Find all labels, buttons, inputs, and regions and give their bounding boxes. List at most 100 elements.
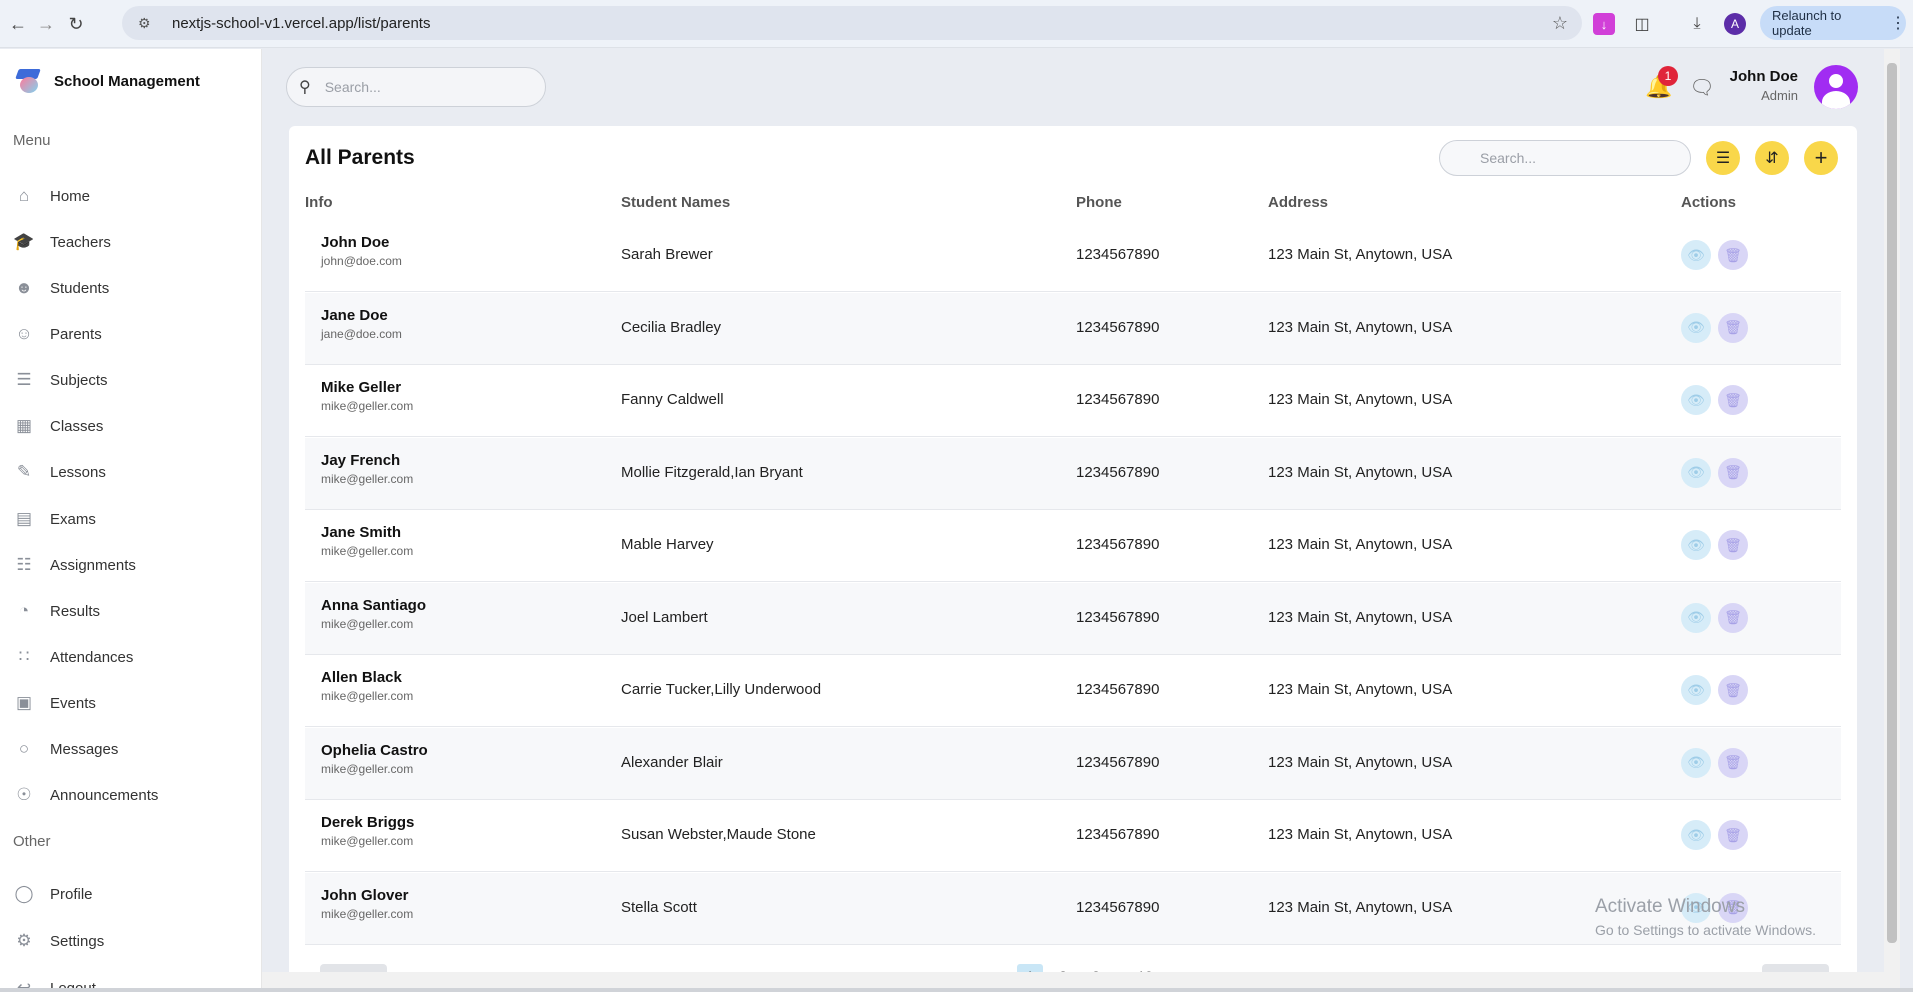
- more-vert-icon[interactable]: ⋮: [1890, 13, 1906, 33]
- sidebar-item-classes[interactable]: ▦ Classes: [12, 413, 103, 439]
- vertical-scrollbar[interactable]: [1884, 49, 1900, 992]
- column-header: Info: [305, 194, 333, 211]
- search-icon: ⚲: [299, 79, 311, 96]
- view-button[interactable]: 👁: [1681, 530, 1711, 560]
- downloads-icon[interactable]: ⤓: [1686, 13, 1708, 35]
- sort-button[interactable]: ⇵: [1755, 141, 1789, 175]
- list-search-input[interactable]: [1480, 150, 1660, 166]
- student-names: Joel Lambert: [621, 608, 708, 626]
- user-name: John Doe: [1729, 68, 1798, 85]
- delete-button[interactable]: 🗑: [1718, 675, 1748, 705]
- phone: 1234567890: [1076, 391, 1160, 408]
- brand-name: School Management: [54, 72, 200, 90]
- table-row[interactable]: Allen Black mike@geller.com Carrie Tucker,…: [305, 655, 1841, 727]
- view-button[interactable]: 👁: [1681, 240, 1711, 270]
- brand[interactable]: School Management: [14, 67, 200, 95]
- filter-icon: ☰: [1715, 150, 1731, 167]
- table-row[interactable]: Jay French mike@geller.com Mollie Fitzgera…: [305, 437, 1841, 510]
- list-search[interactable]: [1439, 140, 1691, 176]
- parent-email: mike@geller.com: [321, 399, 414, 413]
- view-button[interactable]: 👁: [1681, 385, 1711, 415]
- parent-email: mike@geller.com: [321, 471, 414, 486]
- student-names: Mable Harvey: [621, 536, 714, 553]
- plus-icon: +: [1814, 145, 1828, 170]
- add-parent-button[interactable]: +: [1804, 141, 1838, 175]
- back-icon[interactable]: ←: [6, 12, 30, 36]
- global-search-input[interactable]: [324, 79, 505, 95]
- relaunch-button[interactable]: Relaunch to update ⋮: [1760, 6, 1906, 40]
- delete-button[interactable]: 🗑: [1718, 240, 1748, 270]
- profile-icon: ◯: [14, 884, 34, 903]
- view-button[interactable]: 👁: [1681, 457, 1711, 488]
- sidebar-item-exams[interactable]: ▤ Exams: [12, 506, 96, 532]
- view-button[interactable]: 👁: [1681, 312, 1711, 343]
- delete-button[interactable]: 🗑: [1718, 457, 1748, 488]
- delete-button[interactable]: 🗑: [1718, 385, 1748, 415]
- address: 123 Main St, Anytown, USA: [1268, 318, 1453, 336]
- sidebar-item-teachers[interactable]: 🎓 Teachers: [12, 229, 110, 255]
- delete-button[interactable]: 🗑: [1718, 602, 1748, 633]
- delete-button[interactable]: 🗑: [1718, 820, 1748, 850]
- user-avatar[interactable]: [1814, 65, 1858, 109]
- browser-toolbar: ← → ↻ ⚙ nextjs-school-v1.vercel.app/list…: [0, 0, 1913, 48]
- sidebar-item-label: Students: [50, 279, 110, 297]
- sidebar-item-parents[interactable]: ☺ Parents: [12, 321, 102, 347]
- scrollbar-thumb[interactable]: [1887, 63, 1897, 943]
- horizontal-scrollbar[interactable]: [262, 972, 1884, 988]
- filter-button[interactable]: ☰: [1706, 141, 1740, 175]
- menu-section-title: Menu: [13, 132, 51, 149]
- delete-button[interactable]: 🗑: [1718, 747, 1748, 778]
- phone: 1234567890: [1076, 681, 1160, 698]
- sidebar-item-messages[interactable]: ○ Messages: [12, 736, 119, 762]
- view-button[interactable]: 👁: [1681, 602, 1711, 633]
- view-button[interactable]: 👁: [1681, 675, 1711, 705]
- sidebar-item-announcements[interactable]: ☉ Announcements: [12, 782, 158, 808]
- trash-icon: 🗑: [1724, 826, 1742, 843]
- profile-avatar-icon[interactable]: A: [1724, 13, 1746, 35]
- student-names: Susan Webster,Maude Stone: [621, 826, 816, 843]
- view-button[interactable]: 👁: [1681, 820, 1711, 850]
- bookmark-star-icon[interactable]: ☆: [1552, 13, 1568, 34]
- sidebar-item-students[interactable]: ☻ Students: [12, 275, 109, 301]
- sidebar-item-label: Parents: [50, 325, 102, 343]
- sidebar-item-settings[interactable]: ⚙ Settings: [12, 928, 104, 954]
- eye-icon: 👁: [1687, 536, 1705, 553]
- sidebar-item-attendances[interactable]: ∷ Attendances: [12, 644, 134, 670]
- table-row[interactable]: Jane Doe jane@doe.com Cecilia Bradley 12345…: [305, 292, 1841, 365]
- student-names: Carrie Tucker,Lilly Underwood: [621, 681, 822, 698]
- table-row[interactable]: Anna Santiago mike@geller.com Joel Lambert…: [305, 582, 1841, 655]
- parent-email: john@doe.com: [321, 254, 402, 268]
- table-row[interactable]: Mike Geller mike@geller.com Fanny Caldwell…: [305, 365, 1841, 437]
- site-settings-icon[interactable]: ⚙: [138, 15, 158, 32]
- delete-button[interactable]: 🗑: [1718, 530, 1748, 560]
- parent-email: mike@geller.com: [321, 544, 414, 558]
- table-row[interactable]: Derek Briggs mike@geller.com Susan Webster…: [305, 800, 1841, 872]
- global-search[interactable]: ⚲: [286, 67, 546, 107]
- sidebar-item-profile[interactable]: ◯ Profile: [12, 881, 92, 907]
- table-row[interactable]: Ophelia Castro mike@geller.com Alexander B…: [305, 727, 1841, 800]
- reload-icon[interactable]: ↻: [64, 12, 88, 36]
- address-bar[interactable]: ⚙ nextjs-school-v1.vercel.app/list/paren…: [122, 6, 1582, 40]
- students-icon: ☻: [15, 278, 33, 297]
- forward-icon[interactable]: →: [34, 12, 58, 36]
- extensions-puzzle-icon[interactable]: ◫: [1631, 13, 1653, 35]
- student-names: Alexander Blair: [621, 753, 723, 771]
- sidebar-item-label: Exams: [50, 510, 96, 528]
- sidebar-item-subjects[interactable]: ☰ Subjects: [12, 367, 107, 393]
- extension-download-icon[interactable]: ↓: [1593, 13, 1615, 35]
- sidebar-item-events[interactable]: ▣ Events: [12, 690, 96, 716]
- school-logo-icon: [14, 67, 42, 95]
- trash-icon: 🗑: [1724, 536, 1742, 553]
- address: 123 Main St, Anytown, USA: [1268, 753, 1453, 771]
- other-section-title: Other: [13, 833, 51, 850]
- sidebar-item-lessons[interactable]: ✎ Lessons: [12, 459, 106, 485]
- table-row[interactable]: Jane Smith mike@geller.com Mable Harvey 123…: [305, 510, 1841, 582]
- column-header: Address: [1268, 194, 1329, 211]
- sidebar-item-home[interactable]: ⌂ Home: [12, 183, 90, 209]
- table-row[interactable]: John Doe john@doe.com Sarah Brewer 12345678…: [305, 220, 1841, 292]
- sidebar-item-results[interactable]: ◔ Results: [12, 598, 100, 624]
- view-button[interactable]: 👁: [1681, 747, 1711, 778]
- watermark-line2: Go to Settings to activate Windows.: [1595, 922, 1816, 938]
- sidebar-item-assignments[interactable]: ☷ Assignments: [12, 552, 136, 578]
- delete-button[interactable]: 🗑: [1718, 312, 1748, 343]
